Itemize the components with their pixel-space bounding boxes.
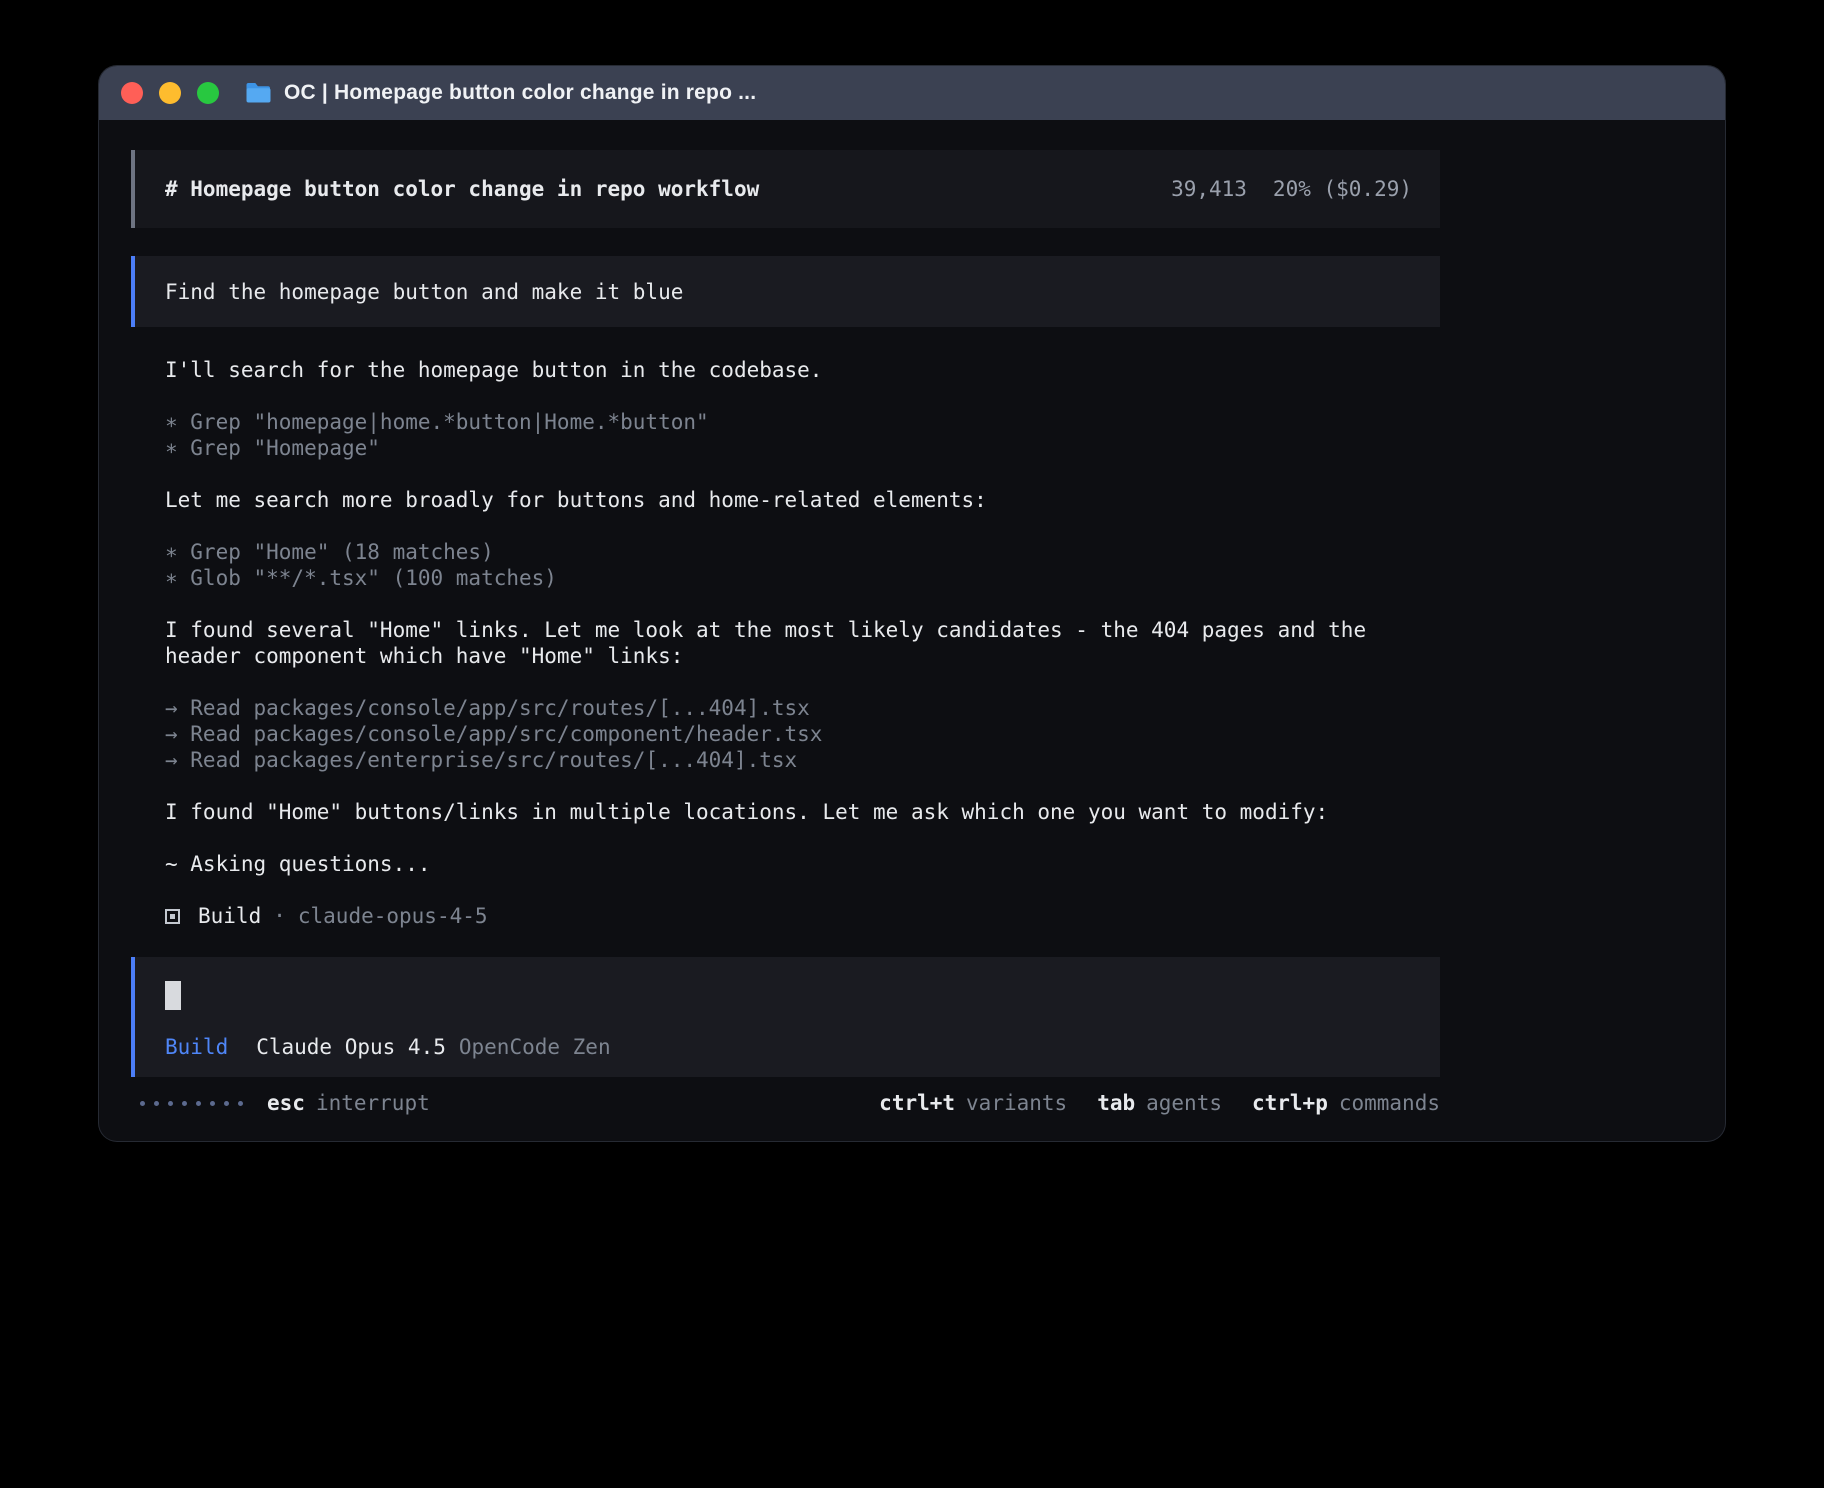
token-count: 39,413	[1171, 177, 1247, 201]
shortcut-key: tab	[1097, 1091, 1135, 1115]
agent-model: claude-opus-4-5	[298, 903, 488, 929]
assistant-paragraph: I found several "Home" links. Let me loo…	[165, 617, 1440, 669]
shortcut-agents: tab agents	[1097, 1091, 1222, 1115]
esc-key: esc	[267, 1091, 305, 1115]
close-button[interactable]	[121, 82, 143, 104]
titlebar: OC | Homepage button color change in rep…	[99, 66, 1725, 120]
shortcut-key: ctrl+t	[879, 1091, 955, 1115]
shortcut-label: agents	[1146, 1091, 1222, 1115]
agent-name: Build	[198, 903, 261, 929]
prompt-input[interactable]: Build Claude Opus 4.5 OpenCode Zen	[131, 957, 1440, 1077]
transcript-line: I found several "Home" links. Let me loo…	[165, 617, 1440, 669]
input-meta: Build Claude Opus 4.5 OpenCode Zen	[165, 1035, 1412, 1059]
spinner-dots-icon	[140, 1101, 243, 1106]
traffic-lights	[121, 82, 219, 104]
tool-call-group: ∗ Grep "Home" (18 matches) ∗ Glob "**/*.…	[165, 539, 1440, 591]
terminal-window: OC | Homepage button color change in rep…	[99, 66, 1725, 1141]
status-bar: esc interrupt ctrl+t variants tab agents…	[131, 1090, 1440, 1116]
zoom-button[interactable]	[197, 82, 219, 104]
assistant-paragraph: I'll search for the homepage button in t…	[165, 357, 1440, 383]
tool-call-line: ∗ Grep "Homepage"	[165, 435, 1440, 461]
user-message: Find the homepage button and make it blu…	[131, 256, 1440, 327]
terminal-content: # Homepage button color change in repo w…	[131, 150, 1440, 1116]
mode-label: Build	[165, 1035, 228, 1059]
status-right: ctrl+t variants tab agents ctrl+p comman…	[879, 1091, 1440, 1115]
transcript-line: Let me search more broadly for buttons a…	[165, 487, 1440, 513]
agent-square-icon	[165, 909, 180, 924]
tool-call-line: → Read packages/console/app/src/componen…	[165, 721, 1440, 747]
input-provider-label: OpenCode Zen	[459, 1035, 611, 1059]
assistant-paragraph: Let me search more broadly for buttons a…	[165, 487, 1440, 513]
dot-separator: ·	[273, 903, 286, 929]
transcript-line: I'll search for the homepage button in t…	[165, 357, 1440, 383]
shortcut-label: commands	[1339, 1091, 1440, 1115]
assistant-paragraph: I found "Home" buttons/links in multiple…	[165, 799, 1440, 825]
agent-status: Build · claude-opus-4-5	[165, 903, 1440, 929]
shortcut-variants: ctrl+t variants	[879, 1091, 1067, 1115]
session-title: # Homepage button color change in repo w…	[165, 177, 759, 201]
transcript: I'll search for the homepage button in t…	[165, 357, 1440, 929]
esc-shortcut: esc interrupt	[267, 1091, 430, 1115]
tool-call-group: ∗ Grep "homepage|home.*button|Home.*butt…	[165, 409, 1440, 461]
minimize-button[interactable]	[159, 82, 181, 104]
tool-call-line: → Read packages/console/app/src/routes/[…	[165, 695, 1440, 721]
tool-call-line: → Read packages/enterprise/src/routes/[.…	[165, 747, 1440, 773]
tool-call-line: ∗ Glob "**/*.tsx" (100 matches)	[165, 565, 1440, 591]
tool-call-group: → Read packages/console/app/src/routes/[…	[165, 695, 1440, 773]
context-cost: 20% ($0.29)	[1273, 177, 1412, 201]
tool-call-line: ∗ Grep "Home" (18 matches)	[165, 539, 1440, 565]
session-stats: 39,413 20% ($0.29)	[1171, 177, 1412, 201]
esc-label: interrupt	[316, 1091, 430, 1115]
session-header: # Homepage button color change in repo w…	[131, 150, 1440, 228]
window-title: OC | Homepage button color change in rep…	[284, 81, 756, 105]
shortcut-label: variants	[966, 1091, 1067, 1115]
shortcut-key: ctrl+p	[1252, 1091, 1328, 1115]
transcript-line: I found "Home" buttons/links in multiple…	[165, 799, 1440, 825]
assistant-paragraph: ~ Asking questions...	[165, 851, 1440, 877]
transcript-line: ~ Asking questions...	[165, 851, 1440, 877]
folder-icon	[245, 82, 272, 104]
tool-call-line: ∗ Grep "homepage|home.*button|Home.*butt…	[165, 409, 1440, 435]
user-message-text: Find the homepage button and make it blu…	[165, 280, 683, 304]
input-model-label: Claude Opus 4.5	[256, 1035, 446, 1059]
shortcut-commands: ctrl+p commands	[1252, 1091, 1440, 1115]
text-cursor	[165, 981, 181, 1010]
status-left: esc interrupt	[140, 1091, 430, 1115]
